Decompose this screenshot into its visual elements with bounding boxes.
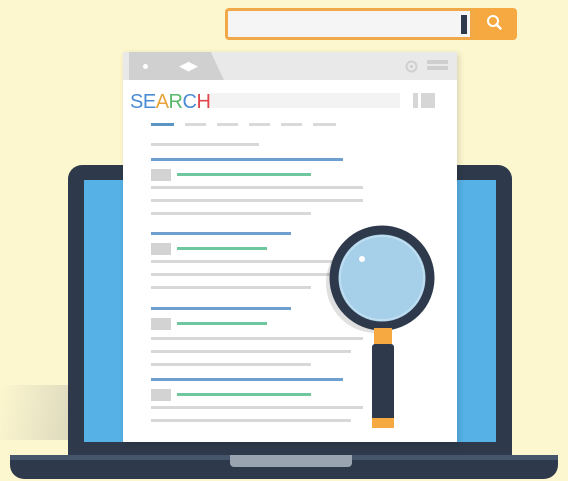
browser-search-button[interactable] [413,93,435,108]
result-url [177,247,267,250]
result-title[interactable] [151,158,343,161]
search-icon [487,15,502,30]
result-snippet [151,212,311,215]
browser-tab[interactable]: ◀▶ [129,52,224,80]
logo-letter: A [155,91,169,113]
results-tab[interactable] [217,123,238,126]
nav-arrows-icon[interactable]: ◀▶ [179,57,198,75]
browser-search-field[interactable] [210,93,400,108]
logo-letter: C [182,91,197,113]
search-logo: SEARCH [130,90,211,114]
result-title[interactable] [151,378,343,381]
magnifying-glass-icon [326,225,435,428]
result-thumbnail [151,389,171,401]
hamburger-icon[interactable] [427,60,448,74]
laptop-notch [230,455,352,467]
tab-dot-icon [143,64,148,69]
result-title[interactable] [151,232,291,235]
text-cursor [461,15,467,34]
logo-letter: R [168,91,183,113]
top-search-button[interactable] [473,8,517,40]
results-tab[interactable] [249,123,270,126]
results-tab[interactable] [313,123,336,126]
result-thumbnail [151,169,171,181]
result-url [177,393,311,396]
result-title[interactable] [151,307,291,310]
result-snippet [151,286,311,289]
result-snippet [151,186,363,189]
result-snippet [151,199,363,202]
logo-letter: E [142,91,156,113]
result-stats [151,143,259,146]
result-snippet [151,363,311,366]
results-tab[interactable] [281,123,302,126]
top-search-input[interactable] [225,8,473,40]
result-thumbnail [151,318,171,330]
gear-icon[interactable] [405,60,418,73]
results-tab[interactable] [185,123,206,126]
result-url [177,322,267,325]
results-tab-all[interactable] [151,123,174,126]
logo-letter: S [130,91,143,113]
logo-letter: H [196,91,211,113]
result-url [177,173,311,176]
result-thumbnail [151,243,171,255]
